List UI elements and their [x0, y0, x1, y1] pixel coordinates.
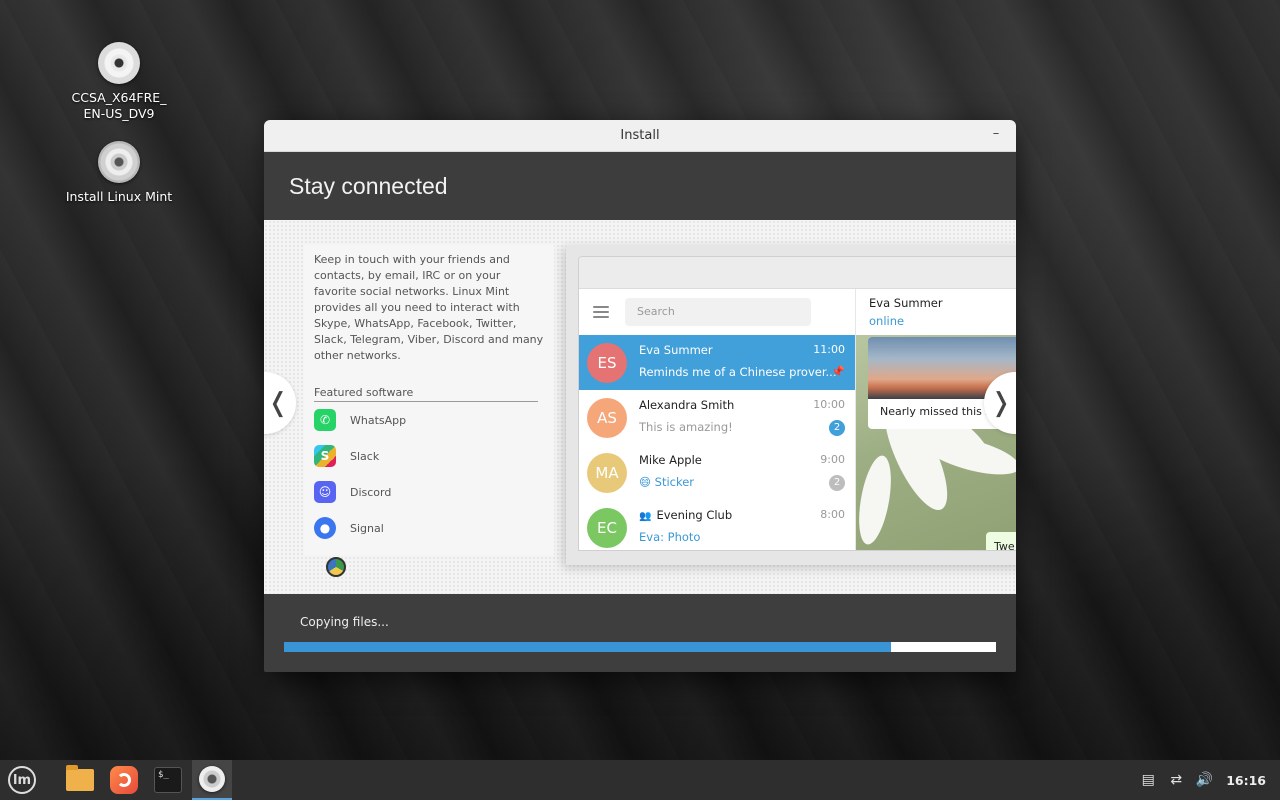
cd-icon [199, 766, 225, 792]
system-tray: ▤ ⇄ 🔊 16:16 [1134, 760, 1280, 800]
progress-area: Copying files... [264, 594, 1016, 672]
chat-background: Nearly missed this s Twe [856, 335, 1016, 550]
chat-name: Mike Apple [639, 452, 702, 467]
group-icon: 👥 [639, 510, 652, 522]
taskbar-terminal[interactable]: $_ [148, 760, 188, 800]
unread-badge: 2 [829, 419, 845, 436]
taskbar-installer[interactable] [192, 760, 232, 800]
window-title: Install [620, 128, 660, 143]
slack-icon: S [314, 445, 336, 467]
volume-icon[interactable]: 🔊 [1190, 772, 1218, 788]
contact-status: online [869, 314, 905, 328]
minimize-button[interactable]: – [988, 126, 1004, 142]
clock[interactable]: 16:16 [1226, 773, 1266, 788]
telegram-chat-list: Search ES Eva Summer 11:00 Reminds me of… [579, 289, 855, 550]
telegram-search: Search [625, 298, 811, 326]
app-name: Slack [350, 449, 380, 463]
aperture-icon [326, 557, 346, 577]
slideshow: Keep in touch with your friends and cont… [264, 220, 1016, 594]
desktop-icon-label: CCSA_X64FRE_ EN-US_DV9 [71, 90, 167, 121]
previous-slide-button[interactable]: ❬ [264, 372, 296, 434]
installer-window: Install – Stay connected Keep in touch w… [264, 120, 1016, 672]
progress-fill [284, 642, 892, 652]
chat-item: AS Alexandra Smith 10:00 This is amazing… [579, 390, 855, 445]
unread-badge: 2 [829, 474, 845, 491]
chat-item: MA Mike Apple 9:00 😄 Sticker 2 [579, 445, 855, 500]
app-name: Discord [350, 485, 392, 499]
chat-time: 11:00 [813, 342, 845, 356]
notes-icon[interactable]: ▤ [1134, 772, 1162, 788]
featured-software-title: Featured software [314, 386, 538, 402]
network-icon[interactable]: ⇄ [1162, 772, 1190, 788]
hamburger-menu-icon [593, 306, 609, 318]
chat-time: 10:00 [813, 397, 845, 411]
desktop-icon-label: Install Linux Mint [65, 189, 173, 204]
featured-app-more [326, 557, 360, 577]
avatar: ES [587, 342, 627, 383]
chat-message: Reminds me of a Chinese prover... [639, 364, 837, 379]
slide-description: Keep in touch with your friends and cont… [314, 253, 544, 362]
chat-message: This is amazing! [639, 419, 733, 434]
telegram-screenshot: Search ES Eva Summer 11:00 Reminds me of… [578, 256, 1016, 551]
chat-item: ES Eva Summer 11:00 Reminds me of a Chin… [579, 335, 855, 390]
telegram-titlebar [579, 257, 1016, 289]
telegram-search-row: Search [579, 289, 855, 335]
progress-label: Copying files... [300, 615, 389, 629]
chat-time: 9:00 [820, 452, 845, 466]
pin-icon: 📌 [831, 364, 845, 378]
chat-name: 👥 Evening Club [639, 507, 733, 522]
chat-message: 😄 Sticker [639, 474, 695, 489]
avatar: AS [587, 397, 627, 438]
featured-app-signal: ● Signal [314, 517, 384, 539]
desktop-icon-install-linux-mint[interactable]: Install Linux Mint [64, 141, 174, 205]
chat-name: Alexandra Smith [639, 397, 735, 412]
app-name: WhatsApp [350, 413, 407, 427]
taskbar-files[interactable] [60, 760, 100, 800]
heading-area: Stay connected [264, 152, 1016, 220]
chat-header: Eva Summer online [856, 289, 1016, 335]
featured-app-whatsapp: ✆ WhatsApp [314, 409, 406, 431]
page-title: Stay connected [289, 172, 448, 199]
cd-icon [98, 141, 140, 183]
menu-button[interactable]: lm [2, 760, 42, 800]
app-name: Signal [350, 521, 384, 535]
window-titlebar[interactable]: Install – [264, 120, 1016, 152]
message-bubble: Twe [986, 532, 1016, 550]
desktop-icon-ccsa[interactable]: CCSA_X64FRE_ EN-US_DV9 [64, 42, 174, 122]
contact-name: Eva Summer [869, 296, 943, 310]
taskbar-firefox[interactable] [104, 760, 144, 800]
folder-icon [66, 765, 94, 791]
discord-icon: ☺ [314, 481, 336, 503]
chat-time: 8:00 [820, 507, 845, 521]
mint-menu-icon: lm [8, 766, 36, 794]
firefox-icon [110, 766, 138, 794]
avatar: MA [587, 452, 627, 493]
chat-name: Eva Summer [639, 342, 713, 357]
whatsapp-icon: ✆ [314, 409, 336, 431]
featured-app-slack: S Slack [314, 445, 379, 467]
terminal-icon: $_ [154, 767, 182, 793]
taskbar: lm $_ ▤ ⇄ 🔊 16:16 [0, 760, 1280, 800]
avatar: EC [587, 507, 627, 548]
progress-bar [284, 642, 996, 652]
chat-item: EC 👥 Evening Club 8:00 Eva: Photo [579, 500, 855, 550]
signal-icon: ● [314, 517, 336, 539]
chat-message: Eva: Photo [639, 529, 701, 544]
featured-app-discord: ☺ Discord [314, 481, 391, 503]
disc-icon [98, 42, 140, 84]
